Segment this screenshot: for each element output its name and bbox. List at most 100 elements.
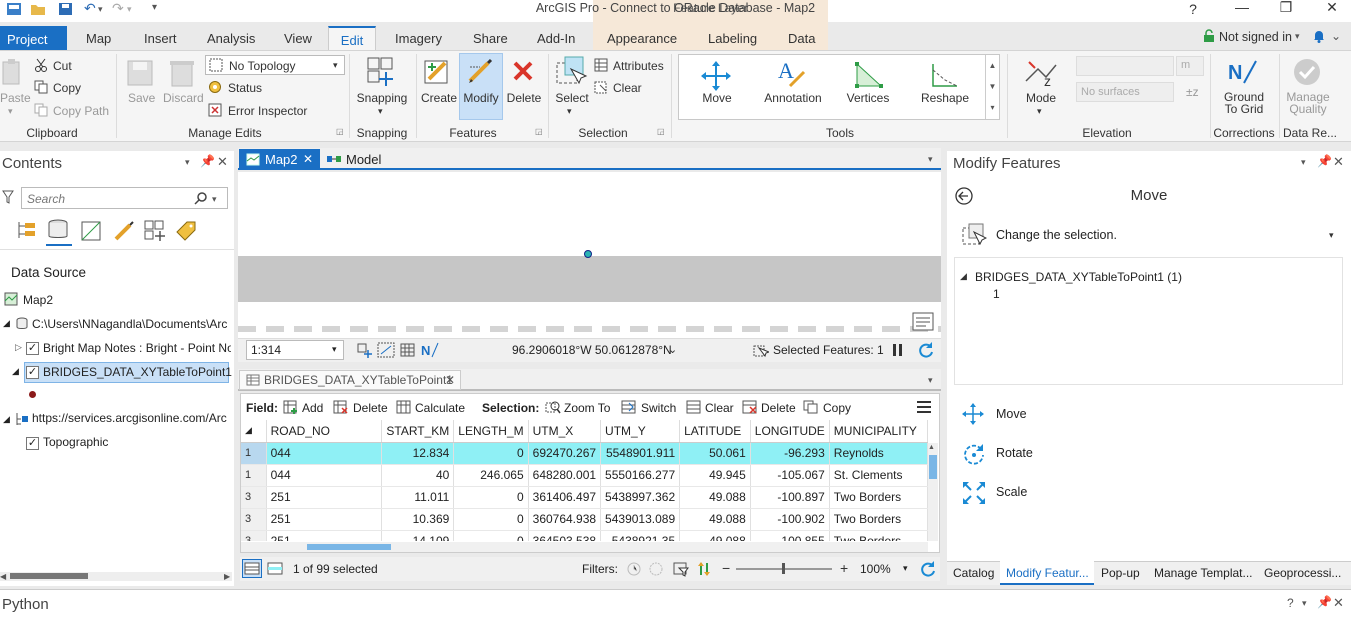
- scroll-left-icon[interactable]: ◀: [0, 572, 6, 581]
- contents-horizontal-scrollbar[interactable]: [0, 572, 232, 581]
- table-cell[interactable]: 5438997.362: [600, 486, 681, 509]
- catalog-pane-tab[interactable]: Catalog: [953, 566, 994, 580]
- select-dropdown-icon[interactable]: ▾: [567, 106, 572, 117]
- restore-button[interactable]: ❐: [1271, 0, 1301, 14]
- minimize-button[interactable]: —: [1227, 0, 1257, 14]
- column-header[interactable]: ROAD_NO: [266, 420, 383, 443]
- move-option[interactable]: Move: [996, 407, 1027, 421]
- table-grid-icon[interactable]: [400, 342, 416, 358]
- tab-share[interactable]: Share: [473, 31, 508, 46]
- coordinate-format-dropdown-icon[interactable]: ⌄: [668, 343, 677, 356]
- elevation-unit-dropdown[interactable]: m: [1176, 56, 1204, 76]
- search-icon[interactable]: [194, 191, 208, 205]
- table-row[interactable]: 3 251 10.369 0 360764.938 5439013.089 49.088 -1…: [241, 508, 928, 531]
- manage-edits-launcher-icon[interactable]: ◲: [336, 127, 344, 136]
- manage-quality-button[interactable]: Manage Quality: [1283, 91, 1333, 115]
- calculate-field-button[interactable]: Calculate: [415, 401, 465, 415]
- column-header[interactable]: LENGTH_M: [453, 420, 529, 443]
- modify-pane-pin-icon[interactable]: 📌: [1317, 154, 1332, 168]
- table-cell[interactable]: 5439013.089: [600, 508, 681, 531]
- time-filter-icon[interactable]: [626, 561, 642, 577]
- table-cell[interactable]: 251: [266, 508, 383, 531]
- row-header-corner[interactable]: ◢: [241, 420, 267, 443]
- pause-drawing-icon[interactable]: [891, 342, 905, 358]
- table-cell[interactable]: 11.011: [381, 486, 455, 509]
- table-vertical-scrollbar[interactable]: [928, 443, 938, 541]
- error-inspector-button[interactable]: Error Inspector: [228, 104, 307, 118]
- tab-labeling[interactable]: Labeling: [708, 31, 757, 46]
- surfaces-dropdown[interactable]: No surfaces: [1076, 82, 1174, 102]
- filter-icon[interactable]: [2, 190, 14, 204]
- table-row[interactable]: 3 251 14.109 0 364503.538 5438921.35 49.088 -10…: [241, 530, 928, 541]
- point-symbol-icon[interactable]: [29, 391, 36, 398]
- list-by-labeling-icon[interactable]: [175, 220, 197, 242]
- python-close-button[interactable]: ✕: [1333, 595, 1344, 611]
- change-selection-icon[interactable]: [961, 222, 987, 248]
- feature-layer-node[interactable]: BRIDGES_DATA_XYTableToPoint1 (1): [975, 270, 1182, 284]
- table-cell[interactable]: 10.369: [381, 508, 455, 531]
- table-zoom-dropdown-icon[interactable]: ▾: [903, 563, 908, 574]
- grid-toggle-icon[interactable]: [377, 342, 395, 358]
- add-field-button[interactable]: Add: [302, 401, 323, 415]
- ribbon-collapse-icon[interactable]: ⌄: [1331, 29, 1341, 43]
- table-hscroll-thumb[interactable]: [307, 544, 391, 550]
- feature-node[interactable]: 1: [993, 287, 1000, 301]
- table-cell[interactable]: 044: [266, 442, 383, 465]
- fixed-zoom-icon[interactable]: [356, 342, 372, 358]
- tab-add-in[interactable]: Add-In: [537, 31, 575, 46]
- copy-path-button[interactable]: Copy Path: [53, 104, 109, 118]
- map-notes-icon[interactable]: [912, 312, 934, 332]
- table-cell[interactable]: 0: [453, 442, 529, 465]
- table-cell[interactable]: 0: [453, 486, 529, 509]
- elevation-mode-button[interactable]: Mode: [1018, 91, 1064, 105]
- save-icon[interactable]: [58, 2, 74, 16]
- geoprocessing-pane-tab[interactable]: Geoprocessi...: [1264, 566, 1341, 580]
- selection-launcher-icon[interactable]: ◲: [657, 127, 665, 136]
- close-map-tab-icon[interactable]: ✕: [303, 152, 313, 166]
- column-header[interactable]: LONGITUDE: [750, 420, 830, 443]
- scale-option[interactable]: Scale: [996, 485, 1027, 499]
- bridges-layer-checkbox[interactable]: ✓: [26, 366, 39, 379]
- table-cell[interactable]: 14.109: [381, 530, 455, 541]
- paste-dropdown-icon[interactable]: ▾: [8, 106, 13, 117]
- table-tabs-menu-icon[interactable]: ▾: [928, 375, 933, 386]
- sign-in-status[interactable]: Not signed in: [1219, 30, 1292, 44]
- open-icon[interactable]: [30, 2, 46, 16]
- table-cell[interactable]: 0: [453, 508, 529, 531]
- table-row[interactable]: 1 044 12.834 0 692470.267 5548901.911 50.061 -9…: [241, 442, 928, 465]
- table-cell[interactable]: 5548901.911: [600, 442, 681, 465]
- table-scroll-up-icon[interactable]: ▲: [928, 444, 935, 451]
- move-tool-button[interactable]: Move: [690, 91, 744, 105]
- close-table-tab-icon[interactable]: ✕: [445, 373, 455, 387]
- table-cell[interactable]: 251: [266, 530, 383, 541]
- table-cell[interactable]: Two Borders: [829, 508, 928, 531]
- table-cell[interactable]: 49.088: [679, 508, 751, 531]
- table-cell[interactable]: 648280.001: [528, 464, 602, 487]
- basemap-checkbox[interactable]: ✓: [26, 437, 39, 450]
- tree-item-map[interactable]: Map2: [23, 293, 53, 307]
- python-help-icon[interactable]: ?: [1287, 596, 1294, 610]
- delete-selected-button[interactable]: Delete: [761, 401, 796, 415]
- table-cell[interactable]: 49.088: [679, 486, 751, 509]
- list-by-snapping-icon[interactable]: [143, 219, 167, 243]
- status-button[interactable]: Status: [228, 81, 262, 95]
- manage-templates-pane-tab[interactable]: Manage Templat...: [1154, 566, 1253, 580]
- contents-close-button[interactable]: ✕: [217, 154, 228, 170]
- selected-features-count[interactable]: Selected Features: 1: [773, 343, 884, 357]
- layer-visibility-checkbox[interactable]: ✓: [26, 342, 39, 355]
- tab-edit[interactable]: Edit: [328, 26, 376, 51]
- notification-icon[interactable]: [1311, 28, 1327, 44]
- tab-view[interactable]: View: [284, 31, 312, 46]
- tab-data[interactable]: Data: [788, 31, 815, 46]
- tree-item-path[interactable]: C:\Users\NNagandla\Documents\Arc: [32, 317, 230, 331]
- modify-features-pane-tab[interactable]: Modify Featur...: [1006, 566, 1089, 580]
- table-cell[interactable]: 361406.497: [528, 486, 602, 509]
- column-header[interactable]: START_KM: [381, 420, 455, 443]
- search-options-icon[interactable]: ▾: [212, 194, 217, 205]
- table-cell[interactable]: -100.855: [750, 530, 830, 541]
- table-cell[interactable]: 246.065: [453, 464, 529, 487]
- table-cell[interactable]: Two Borders: [829, 530, 928, 541]
- table-row[interactable]: 1 044 40 246.065 648280.001 5550166.277 49.945…: [241, 464, 928, 487]
- table-cell[interactable]: 50.061: [679, 442, 751, 465]
- clear-selection-button[interactable]: Clear: [613, 81, 642, 95]
